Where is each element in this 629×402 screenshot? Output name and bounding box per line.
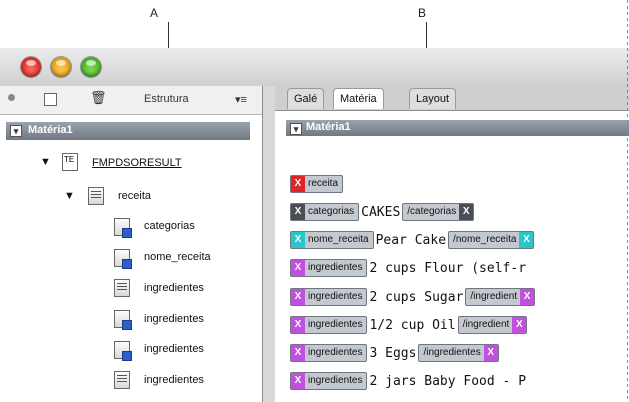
- element-icon: [114, 371, 130, 389]
- tag-x-icon: X: [291, 345, 305, 361]
- tag-label: nome_receita: [308, 234, 369, 245]
- tag-start[interactable]: Xnome_receita: [290, 231, 374, 249]
- tagged-content-row[interactable]: Xingredientes 2 jars Baby Food - P: [290, 372, 528, 390]
- tag-label: ingredientes: [308, 291, 363, 302]
- tagged-content-row[interactable]: Xnome_receita Pear Cake/nome_receita X: [290, 231, 535, 249]
- new-element-icon[interactable]: [44, 93, 57, 106]
- tree-node-item[interactable]: ingredientes: [144, 313, 204, 325]
- tag-x-icon: X: [459, 204, 474, 220]
- tag-end[interactable]: /categorias X: [402, 203, 475, 221]
- tree-node-fmpdsoresult[interactable]: FMPDSORESULT: [92, 157, 182, 169]
- tagged-content-row[interactable]: Xingredientes 2 cups Flour (self-r: [290, 259, 528, 277]
- page-edge: [627, 0, 628, 402]
- expand-triangle-icon[interactable]: ▼: [40, 156, 51, 168]
- structure-label: Estrutura: [144, 93, 189, 105]
- tag-label: /ingredientes: [423, 347, 481, 358]
- tab-gale[interactable]: Galé: [287, 88, 325, 109]
- tag-x-icon: X: [291, 232, 305, 248]
- zoom-icon[interactable]: [81, 57, 101, 77]
- tab-bar: Galé Matéria Layout: [275, 86, 629, 111]
- tag-label: /ingredient: [462, 319, 510, 330]
- callout-b: B: [418, 6, 427, 20]
- content-text[interactable]: 2 cups Sugar: [369, 290, 463, 305]
- tag-label: ingredientes: [308, 375, 363, 386]
- tag-end[interactable]: /ingredient X: [465, 288, 536, 306]
- tag-start[interactable]: Xingredientes: [290, 316, 368, 334]
- root-tag-row[interactable]: Xreceita: [290, 175, 344, 193]
- tag-x-icon: X: [291, 176, 305, 192]
- content-text[interactable]: 3 Eggs: [369, 346, 416, 361]
- tag-start[interactable]: Xingredientes: [290, 288, 368, 306]
- close-icon[interactable]: [21, 57, 41, 77]
- element-icon: [114, 249, 132, 269]
- tree-node-item[interactable]: categorias: [144, 220, 195, 232]
- tag-end[interactable]: /ingredient X: [457, 316, 528, 334]
- dot-icon[interactable]: [8, 94, 15, 101]
- tag-start[interactable]: Xcategorias: [290, 203, 360, 221]
- tagged-content-row[interactable]: Xcategorias CAKES/categorias X: [290, 203, 475, 221]
- trash-icon[interactable]: 🗑: [90, 90, 107, 106]
- tagged-content-row[interactable]: Xingredientes 3 Eggs/ingredientes X: [290, 344, 499, 362]
- collapse-toggle-icon[interactable]: ▾: [10, 125, 22, 137]
- collapse-toggle-icon[interactable]: ▾: [290, 123, 302, 135]
- tree-node-item[interactable]: nome_receita: [144, 251, 211, 263]
- tagged-content-row[interactable]: Xingredientes 2 cups Sugar/ingredient X: [290, 288, 536, 306]
- tree-node-item[interactable]: ingredientes: [144, 282, 204, 294]
- panel-splitter[interactable]: [262, 86, 276, 402]
- content-text[interactable]: 2 cups Flour (self-r: [369, 261, 526, 276]
- tag-end[interactable]: /nome_receita X: [448, 231, 535, 249]
- tag-label: /ingredient: [470, 291, 518, 302]
- tag-label: receita: [308, 178, 339, 189]
- tag-label: ingredientes: [308, 262, 363, 273]
- content-text[interactable]: CAKES: [361, 205, 400, 220]
- tree-node-receita[interactable]: receita: [118, 190, 151, 202]
- content-text[interactable]: 2 jars Baby Food - P: [369, 374, 526, 389]
- tag-start[interactable]: Xingredientes: [290, 344, 368, 362]
- fmp-icon: TE: [62, 153, 78, 171]
- tag-x-icon: X: [291, 260, 305, 276]
- tree-root-row[interactable]: ▾ Matéria1: [6, 122, 250, 140]
- element-icon: [114, 341, 132, 361]
- content-text[interactable]: 1/2 cup Oil: [369, 318, 455, 333]
- tagged-content-row[interactable]: Xingredientes 1/2 cup Oil/ingredient X: [290, 316, 528, 334]
- tag-x-icon: X: [291, 289, 305, 305]
- tree-node-item[interactable]: ingredientes: [144, 374, 204, 386]
- callout-a: A: [150, 6, 159, 20]
- tag-x-icon: X: [483, 345, 498, 361]
- tag-x-icon: X: [520, 289, 535, 305]
- tag-x-icon: X: [291, 373, 305, 389]
- tag-start[interactable]: Xingredientes: [290, 372, 368, 390]
- tag-label: categorias: [308, 206, 355, 217]
- tag-x-icon: X: [291, 204, 305, 220]
- tag-label: /categorias: [407, 206, 457, 217]
- element-icon: [114, 279, 130, 297]
- tab-materia[interactable]: Matéria: [333, 88, 384, 109]
- tag-x-icon: X: [291, 317, 305, 333]
- element-icon: [114, 218, 132, 238]
- tag-label: ingredientes: [308, 319, 363, 330]
- structure-toolbar: 🗑 Estrutura ▾≡: [0, 86, 262, 115]
- tag-start[interactable]: Xreceita: [290, 175, 344, 193]
- tab-layout[interactable]: Layout: [409, 88, 457, 109]
- editor-title-bar: ▾ Matéria1: [286, 120, 629, 136]
- editor-title: Matéria1: [306, 121, 351, 133]
- panel-menu-icon[interactable]: ▾≡: [235, 93, 247, 106]
- tag-end[interactable]: /ingredientes X: [418, 344, 499, 362]
- tag-start[interactable]: Xingredientes: [290, 259, 368, 277]
- content-text[interactable]: Pear Cake: [376, 233, 446, 248]
- tag-x-icon: X: [519, 232, 534, 248]
- minimize-icon[interactable]: [51, 57, 71, 77]
- expand-triangle-icon[interactable]: ▼: [64, 190, 75, 202]
- tree-root-label: Matéria1: [28, 124, 73, 136]
- element-icon: [114, 310, 132, 330]
- tag-x-icon: X: [512, 317, 527, 333]
- tree-node-item[interactable]: ingredientes: [144, 343, 204, 355]
- tag-label: /nome_receita: [453, 234, 517, 245]
- tag-label: ingredientes: [308, 347, 363, 358]
- receita-icon: [88, 187, 104, 205]
